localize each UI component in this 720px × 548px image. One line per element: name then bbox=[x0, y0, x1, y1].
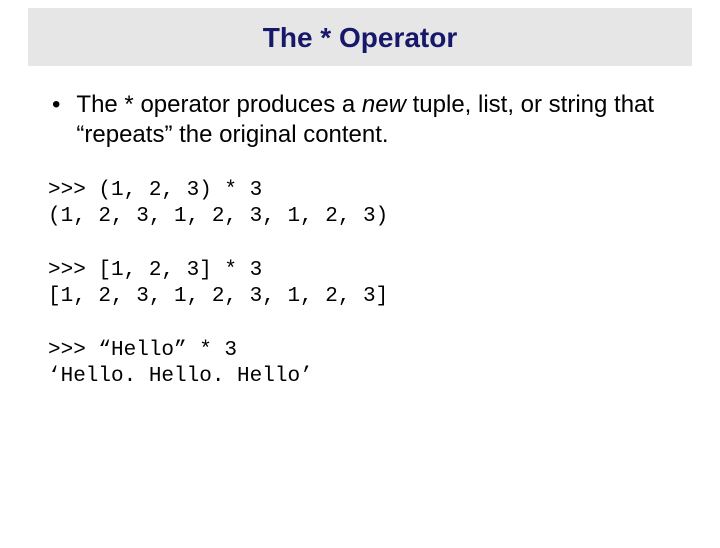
code-line: (1, 2, 3, 1, 2, 3, 1, 2, 3) bbox=[48, 205, 388, 228]
slide-content: • The * operator produces a new tuple, l… bbox=[0, 66, 720, 390]
bullet-icon: • bbox=[52, 90, 60, 120]
code-example-list: >>> [1, 2, 3] * 3 [1, 2, 3, 1, 2, 3, 1, … bbox=[48, 258, 672, 310]
code-example-tuple: >>> (1, 2, 3) * 3 (1, 2, 3, 1, 2, 3, 1, … bbox=[48, 178, 672, 230]
code-line: >>> “Hello” * 3 bbox=[48, 339, 237, 362]
code-line: ‘Hello. Hello. Hello’ bbox=[48, 365, 313, 388]
bullet-item: • The * operator produces a new tuple, l… bbox=[48, 90, 672, 150]
code-line: [1, 2, 3, 1, 2, 3, 1, 2, 3] bbox=[48, 285, 388, 308]
bullet-text-pre: The * operator produces a bbox=[76, 91, 362, 118]
code-example-string: >>> “Hello” * 3 ‘Hello. Hello. Hello’ bbox=[48, 338, 672, 390]
code-line: >>> (1, 2, 3) * 3 bbox=[48, 179, 262, 202]
code-line: >>> [1, 2, 3] * 3 bbox=[48, 259, 262, 282]
slide-title: The * Operator bbox=[28, 22, 692, 54]
bullet-text: The * operator produces a new tuple, lis… bbox=[76, 90, 672, 150]
title-bar: The * Operator bbox=[28, 8, 692, 66]
bullet-text-em: new bbox=[362, 91, 406, 118]
